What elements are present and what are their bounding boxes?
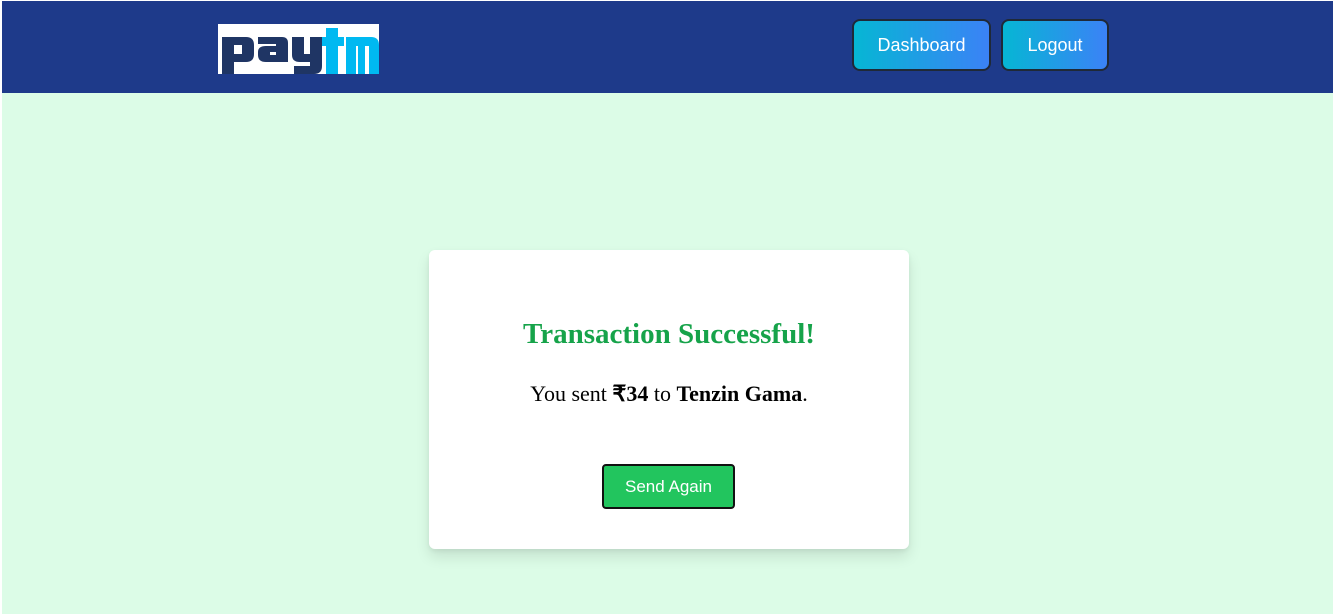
logout-button[interactable]: Logout (1001, 19, 1109, 71)
transaction-result-card: Transaction Successful! You sent ₹34 to … (429, 250, 909, 549)
transaction-status-title: Transaction Successful! (523, 318, 815, 350)
message-suffix: . (802, 381, 808, 406)
page-background: paytm Dashboard Logout Transaction Succe… (2, 1, 1333, 614)
transaction-message: You sent ₹34 to Tenzin Gama. (429, 379, 909, 409)
paytm-logo-text: paytm (218, 74, 219, 75)
message-middle: to (648, 381, 677, 406)
recipient-name: Tenzin Gama (676, 381, 803, 406)
send-again-button[interactable]: Send Again (602, 464, 735, 509)
paytm-logo[interactable]: paytm (218, 24, 379, 74)
top-navbar: paytm Dashboard Logout (2, 1, 1333, 93)
transaction-amount: ₹34 (612, 381, 649, 406)
paytm-logo-graphic (222, 28, 379, 74)
message-prefix: You sent (530, 381, 613, 406)
dashboard-button[interactable]: Dashboard (852, 19, 991, 71)
